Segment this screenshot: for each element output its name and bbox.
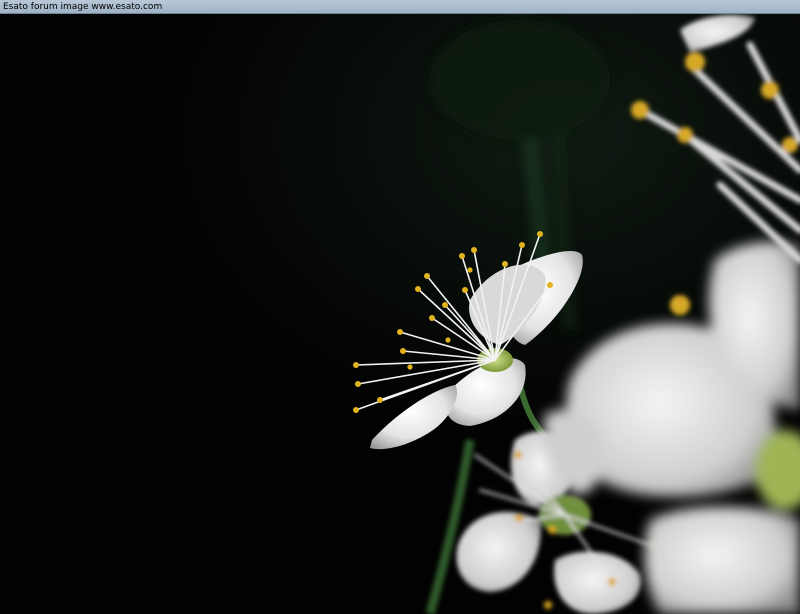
- watermark-caption: Esato forum image www.esato.com: [3, 2, 163, 12]
- watermark-bar: Esato forum image www.esato.com: [0, 0, 800, 14]
- image-frame: Esato forum image www.esato.com: [0, 0, 800, 614]
- flower-photo: [0, 14, 800, 614]
